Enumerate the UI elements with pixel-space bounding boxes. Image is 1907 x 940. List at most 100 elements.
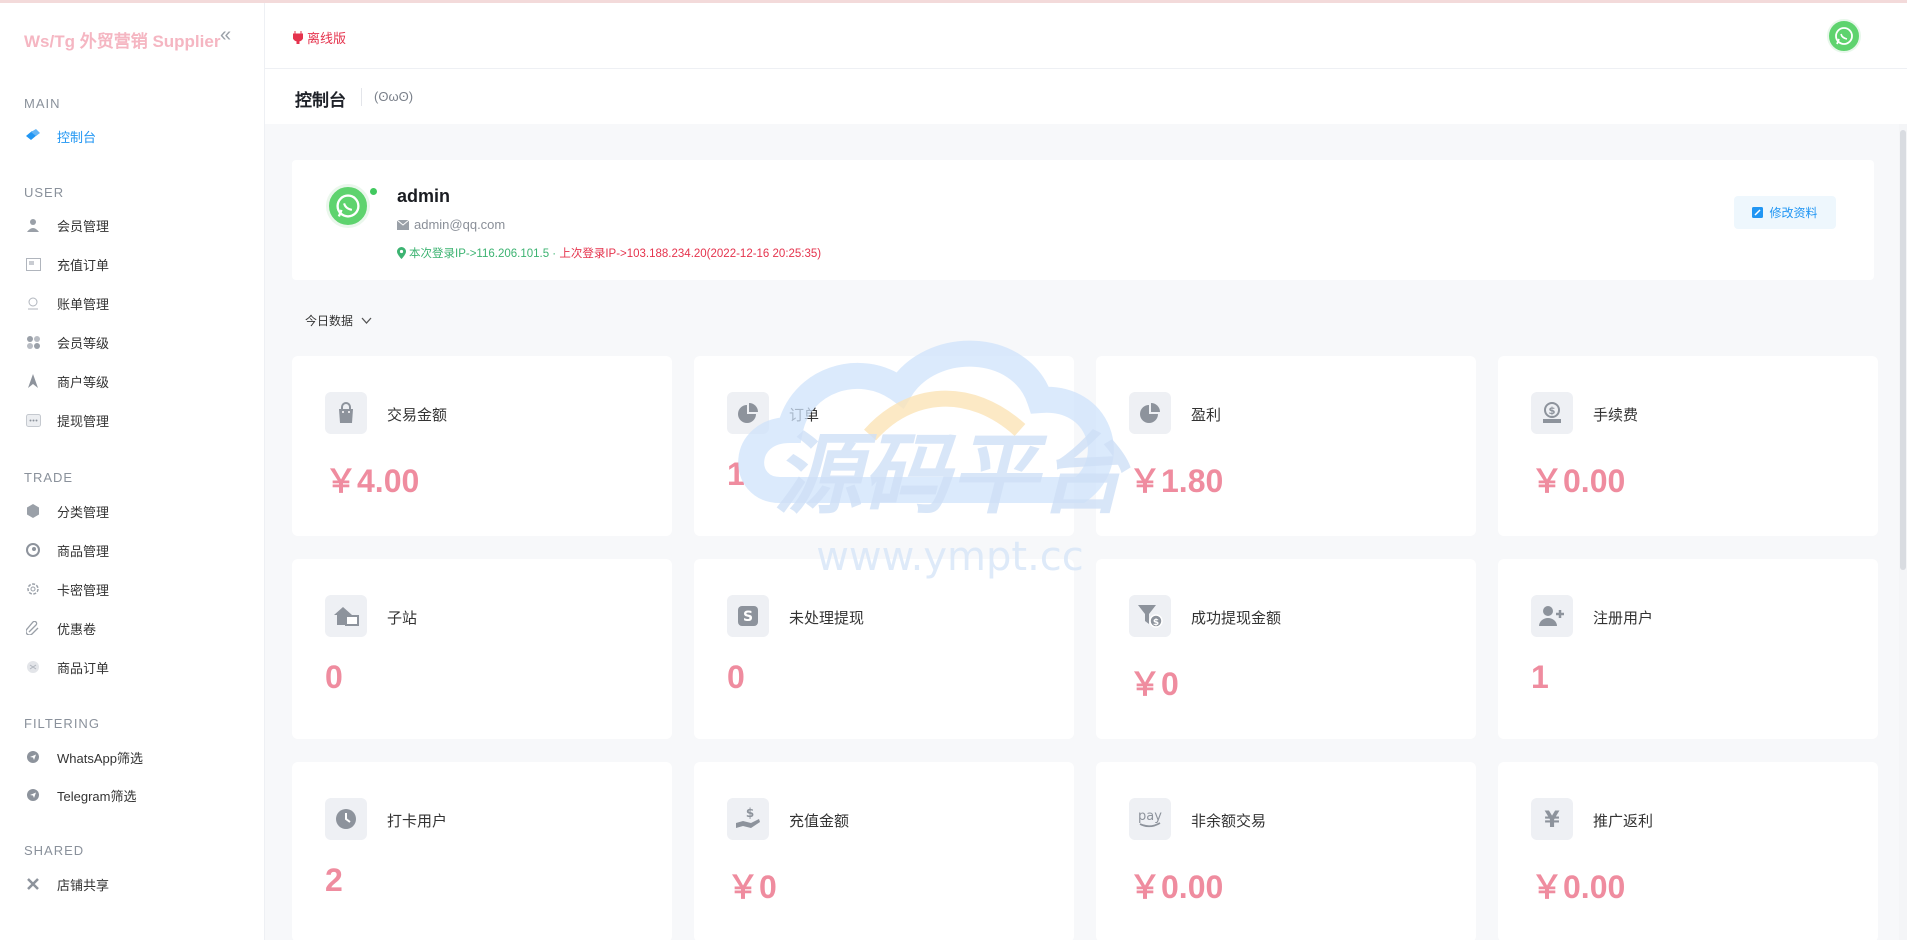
stat-label: 手续费: [1593, 407, 1639, 424]
whatsapp-icon: [336, 194, 360, 218]
stat-value: ￥4.00: [325, 463, 420, 499]
section-trade: TRADE: [24, 470, 74, 485]
date-range-label: 今日数据: [305, 314, 354, 328]
sidebar-item-label: 优惠卷: [57, 621, 97, 637]
edit-profile-label: 修改资料: [1769, 206, 1818, 220]
filter-dollar-icon: $: [1129, 595, 1171, 637]
stat-value: ￥0: [727, 869, 777, 905]
stat-value: 1: [1531, 659, 1549, 695]
date-range-select[interactable]: 今日数据: [305, 312, 372, 329]
money-hand-icon: $: [1531, 392, 1573, 434]
stat-value: ￥0: [1129, 666, 1179, 702]
sidebar-item-label: 分类管理: [57, 504, 110, 520]
sidebar-item-coupons[interactable]: 优惠卷: [24, 616, 96, 640]
sidebar-item-bills[interactable]: 账单管理: [24, 291, 109, 315]
collapse-sidebar-icon[interactable]: «: [220, 24, 231, 47]
svg-text:S: S: [743, 609, 753, 625]
sidebar-item-label: 控制台: [57, 129, 97, 145]
stat-card: $ 充值金额 ￥0: [694, 762, 1074, 940]
dashboard-icon: [24, 127, 42, 145]
stat-card: 交易金额 ￥4.00: [292, 356, 672, 536]
pay-icon: pay: [1129, 798, 1171, 840]
bill-icon: [24, 294, 42, 312]
stat-value: ￥1.80: [1129, 463, 1224, 499]
stat-card: S 未处理提现 0: [694, 559, 1074, 739]
dollar-badge-icon: S: [727, 595, 769, 637]
svg-text:$: $: [1549, 406, 1556, 417]
edit-icon: [1752, 207, 1764, 218]
stat-label: 推广返利: [1593, 813, 1654, 830]
avatar[interactable]: [1827, 19, 1861, 53]
sidebar-item-card-keys[interactable]: 卡密管理: [24, 577, 109, 601]
svg-text:pay: pay: [1138, 809, 1162, 824]
sidebar-item-withdraw[interactable]: 提现管理: [24, 408, 109, 432]
hand-dollar-icon: $: [727, 798, 769, 840]
page-header: 控制台 (ʘωʘ): [265, 69, 1907, 124]
sidebar-item-label: 商品管理: [57, 543, 110, 559]
chevron-down-icon: [361, 317, 372, 324]
sidebar-item-member-levels[interactable]: 会员等级: [24, 330, 109, 354]
svg-text:$: $: [1153, 618, 1159, 628]
sidebar: Ws/Tg 外贸营销 Supplier « MAIN 控制台 USER 会员管理…: [0, 3, 265, 940]
sidebar-item-label: 商品订单: [57, 660, 110, 676]
svg-text:¥: ¥: [1544, 808, 1560, 830]
sidebar-item-members[interactable]: 会员管理: [24, 213, 109, 237]
sidebar-item-recharge-orders[interactable]: 充值订单: [24, 252, 109, 276]
sidebar-item-label: 账单管理: [57, 296, 110, 312]
stat-value: ￥0.00: [1129, 869, 1224, 905]
section-user: USER: [24, 185, 65, 200]
pie-chart-icon: [1129, 392, 1171, 434]
edit-profile-button[interactable]: 修改资料: [1734, 196, 1836, 229]
withdraw-icon: [24, 411, 42, 429]
fan-icon: [24, 333, 42, 351]
profile-avatar: [326, 184, 370, 228]
top-header: 离线版: [265, 3, 1907, 69]
stat-card: ¥ 推广返利 ￥0.00: [1498, 762, 1878, 940]
sidebar-item-merchant-levels[interactable]: 商户等级: [24, 369, 109, 393]
sidebar-item-products[interactable]: 商品管理: [24, 538, 109, 562]
clock-icon: [325, 798, 367, 840]
plug-icon: [293, 31, 303, 44]
product-icon: [24, 541, 42, 559]
sidebar-item-whatsapp-filter[interactable]: WhatsApp筛选: [24, 745, 143, 769]
emoticon: (ʘωʘ): [374, 89, 414, 104]
stat-label: 交易金额: [387, 407, 448, 424]
stat-label: 成功提现金额: [1191, 610, 1282, 627]
stat-label: 未处理提现: [789, 610, 865, 627]
stat-value: 0: [325, 659, 343, 695]
sidebar-item-product-orders[interactable]: 商品订单: [24, 655, 109, 679]
offline-indicator[interactable]: 离线版: [293, 28, 346, 47]
login-info: 本次登录IP->116.206.101.5 · 上次登录IP->103.188.…: [397, 245, 821, 261]
stat-card: $ 成功提现金额 ￥0: [1096, 559, 1476, 739]
sidebar-item-telegram-filter[interactable]: Telegram筛选: [24, 783, 136, 807]
stat-value: ￥0.00: [1531, 463, 1626, 499]
stat-card: pay 非余额交易 ￥0.00: [1096, 762, 1476, 940]
scrollbar-thumb[interactable]: [1900, 130, 1906, 570]
section-main: MAIN: [24, 96, 61, 111]
sidebar-item-shop-share[interactable]: 店铺共享: [24, 872, 109, 896]
profile-email: admin@qq.com: [397, 217, 505, 232]
send-icon: [24, 748, 42, 766]
sidebar-item-label: 店铺共享: [57, 877, 110, 893]
email-text: admin@qq.com: [414, 217, 506, 232]
stat-value: 0: [727, 659, 745, 695]
sidebar-item-label: Telegram筛选: [57, 788, 137, 804]
shopping-bag-icon: [325, 392, 367, 434]
sidebar-item-categories[interactable]: 分类管理: [24, 499, 109, 523]
whatsapp-icon: [1835, 27, 1853, 45]
share-cross-icon: [24, 875, 42, 893]
svg-text:$: $: [746, 807, 754, 820]
stat-value: 1: [727, 456, 745, 492]
home-site-icon: [325, 595, 367, 637]
stat-card: 盈利 ￥1.80: [1096, 356, 1476, 536]
stat-value: ￥0.00: [1531, 869, 1626, 905]
profile-card: admin admin@qq.com 本次登录IP->116.206.101.5…: [292, 160, 1874, 280]
paperclip-icon: [24, 619, 42, 637]
sidebar-item-dashboard[interactable]: 控制台: [24, 124, 96, 148]
send-icon: [24, 786, 42, 804]
stat-label: 非余额交易: [1191, 813, 1267, 830]
current-login-ip: 本次登录IP->116.206.101.5 ·: [409, 248, 557, 260]
sidebar-item-label: 提现管理: [57, 413, 110, 429]
user-plus-icon: [1531, 595, 1573, 637]
stat-label: 盈利: [1191, 407, 1222, 424]
